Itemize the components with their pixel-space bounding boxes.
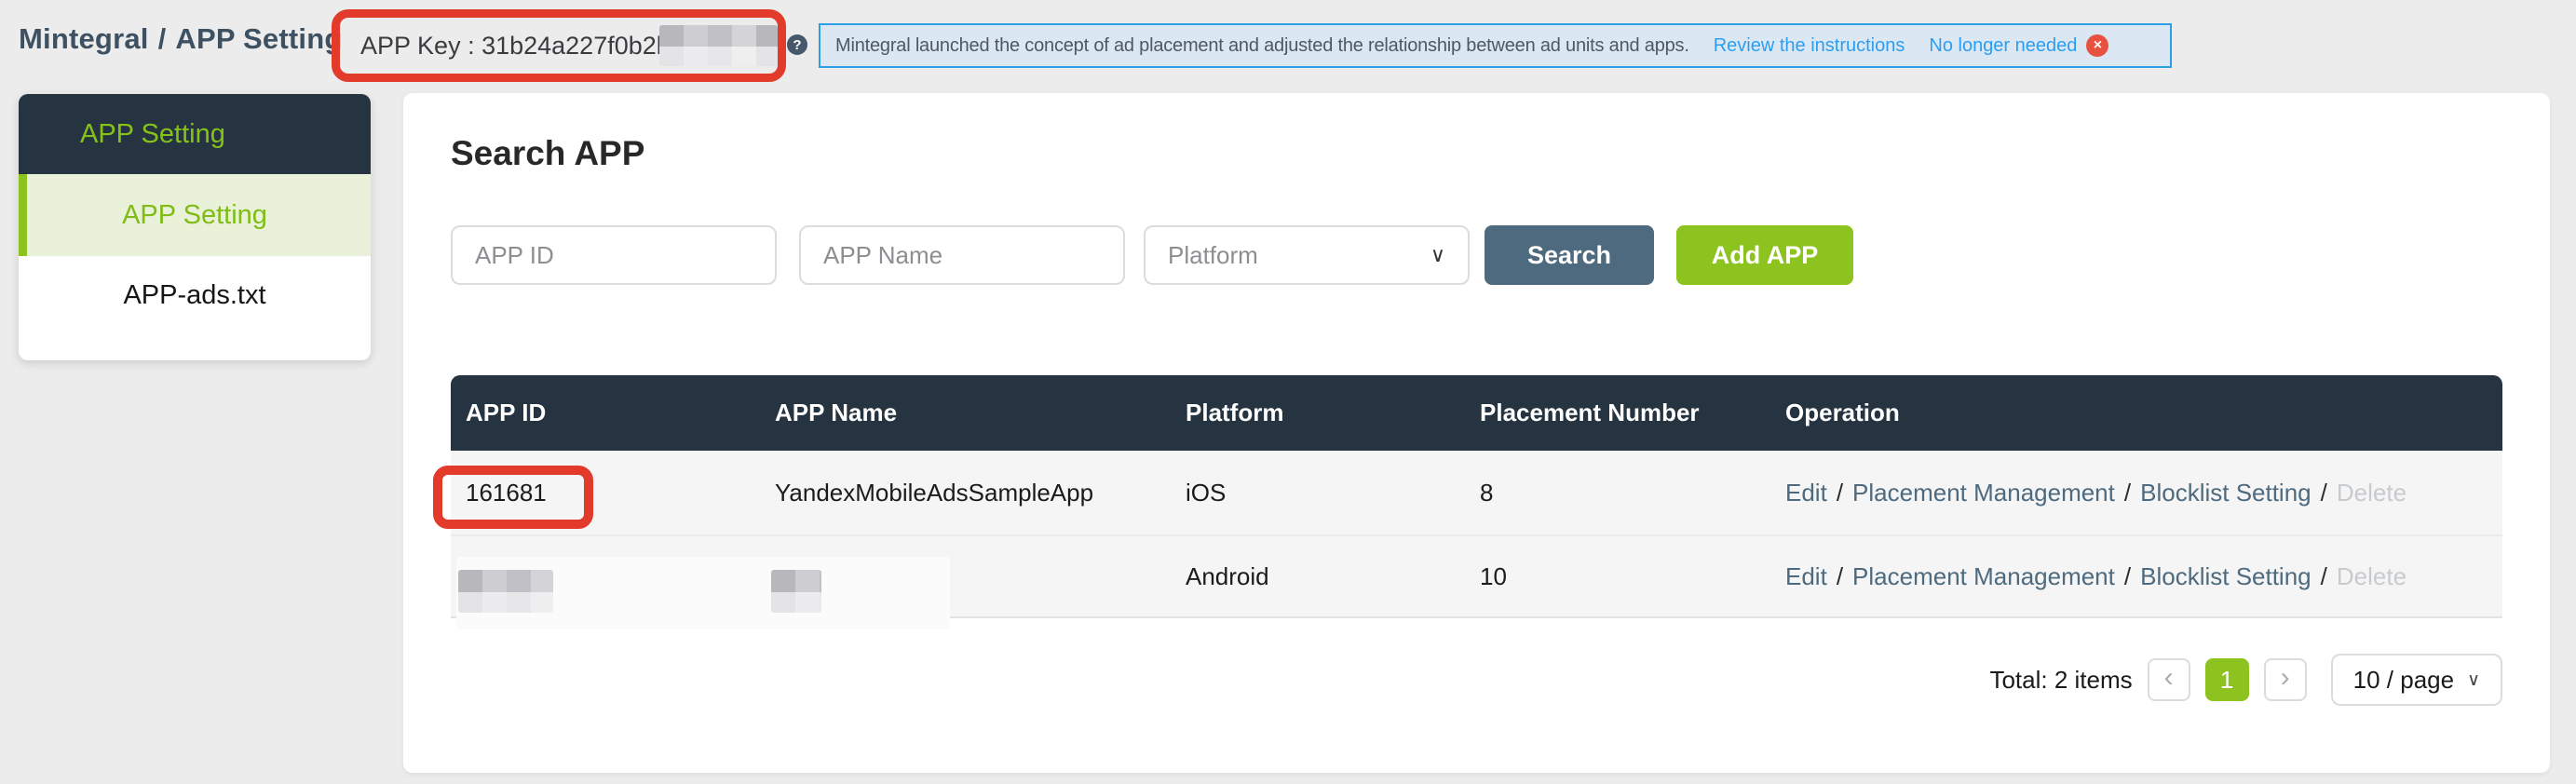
cell-placement-number: 10	[1465, 562, 1770, 591]
app-setting-page: Mintegral/APP Setting APP Key : 31b24a22…	[0, 0, 2576, 784]
column-header-platform: Platform	[1171, 399, 1465, 427]
app-name-input[interactable]	[799, 225, 1125, 285]
app-name-redacted-mosaic	[771, 570, 821, 613]
delete-link-disabled: Delete	[2337, 562, 2407, 591]
operation-separator: /	[2124, 562, 2131, 591]
cell-placement-number: 8	[1465, 479, 1770, 507]
delete-link-disabled: Delete	[2337, 479, 2407, 507]
placement-management-link[interactable]: Placement Management	[1852, 562, 2115, 591]
cell-operations: Edit / Placement Management / Blocklist …	[1770, 562, 2502, 591]
breadcrumb-separator: /	[158, 22, 167, 55]
cell-platform: Android	[1171, 562, 1465, 591]
app-id-input[interactable]	[451, 225, 777, 285]
chevron-down-icon: ∨	[1430, 243, 1445, 267]
operation-separator: /	[1837, 479, 1843, 507]
app-id-redacted-mosaic	[458, 570, 553, 613]
breadcrumb: Mintegral /APP Setting	[19, 22, 342, 56]
sidebar: APP Setting APP Setting APP-ads.txt	[19, 94, 371, 360]
search-button[interactable]: Search	[1485, 225, 1654, 285]
close-icon-glyph: ×	[2094, 37, 2102, 54]
chevron-right-icon: ›	[2281, 664, 2290, 692]
chevron-left-icon: ‹	[2164, 664, 2174, 692]
blocklist-setting-link[interactable]: Blocklist Setting	[2140, 479, 2312, 507]
platform-select[interactable]: Platform ∨	[1144, 225, 1470, 285]
chevron-down-icon: ∨	[2467, 669, 2480, 691]
sidebar-item-label: APP-ads.txt	[123, 280, 265, 311]
sidebar-item-app-ads-txt[interactable]: APP-ads.txt	[19, 256, 371, 360]
operation-separator: /	[2321, 479, 2327, 507]
cell-operations: Edit / Placement Management / Blocklist …	[1770, 479, 2502, 507]
app-key-redacted-mosaic	[659, 25, 778, 66]
cell-app-name: YandexMobileAdsSampleApp	[760, 479, 1171, 507]
edit-link[interactable]: Edit	[1785, 562, 1827, 591]
next-page-button[interactable]: ›	[2264, 658, 2307, 701]
app-key-annotation-box: APP Key : 31b24a227f0b2b	[332, 9, 786, 82]
sidebar-item-app-setting[interactable]: APP Setting	[19, 174, 371, 256]
review-instructions-link[interactable]: Review the instructions	[1714, 35, 1905, 57]
help-icon-glyph: ?	[793, 37, 801, 53]
operation-separator: /	[2321, 562, 2327, 591]
close-icon[interactable]: ×	[2086, 34, 2108, 57]
page-size-value: 10 / page	[2353, 666, 2454, 695]
operation-separator: /	[2124, 479, 2131, 507]
prev-page-button[interactable]: ‹	[2148, 658, 2190, 701]
platform-select-placeholder: Platform	[1168, 241, 1258, 270]
pagination-total: Total: 2 items	[1989, 666, 2132, 695]
cell-app-id: 161681	[451, 479, 760, 507]
notification-banner: Mintegral launched the concept of ad pla…	[819, 23, 2172, 68]
main-panel: Search APP Platform ∨ Search Add APP APP…	[403, 93, 2550, 773]
sidebar-group-label: APP Setting	[80, 119, 225, 150]
app-key-label: APP Key : 31b24a227f0b2b	[360, 32, 671, 61]
page-size-select[interactable]: 10 / page ∨	[2331, 654, 2502, 706]
page-1-button[interactable]: 1	[2205, 658, 2249, 701]
table-header-row: APP ID APP Name Platform Placement Numbe…	[451, 375, 2502, 451]
edit-link[interactable]: Edit	[1785, 479, 1827, 507]
sidebar-item-label: APP Setting	[122, 200, 267, 231]
page-title: Search APP	[451, 134, 644, 173]
placement-management-link[interactable]: Placement Management	[1852, 479, 2115, 507]
search-filters: Platform ∨ Search Add APP	[451, 225, 1853, 285]
breadcrumb-brand[interactable]: Mintegral	[19, 22, 149, 55]
cell-platform: iOS	[1171, 479, 1465, 507]
notification-message: Mintegral launched the concept of ad pla…	[835, 35, 1689, 57]
operation-separator: /	[1837, 562, 1843, 591]
table-row: 161681 YandexMobileAdsSampleApp iOS 8 Ed…	[451, 451, 2502, 534]
active-indicator-bar	[19, 174, 27, 256]
column-header-app-id: APP ID	[451, 399, 760, 427]
column-header-placement-number: Placement Number	[1465, 399, 1770, 427]
no-longer-needed-link[interactable]: No longer needed	[1929, 35, 2077, 57]
help-icon[interactable]: ?	[787, 34, 807, 55]
column-header-operation: Operation	[1770, 399, 2502, 427]
column-header-app-name: APP Name	[760, 399, 1171, 427]
blocklist-setting-link[interactable]: Blocklist Setting	[2140, 562, 2312, 591]
add-app-button[interactable]: Add APP	[1676, 225, 1853, 285]
pagination: Total: 2 items ‹ 1 › 10 / page ∨	[1989, 652, 2502, 708]
sidebar-group-app-setting[interactable]: APP Setting	[19, 94, 371, 174]
breadcrumb-current: APP Setting	[175, 22, 342, 55]
